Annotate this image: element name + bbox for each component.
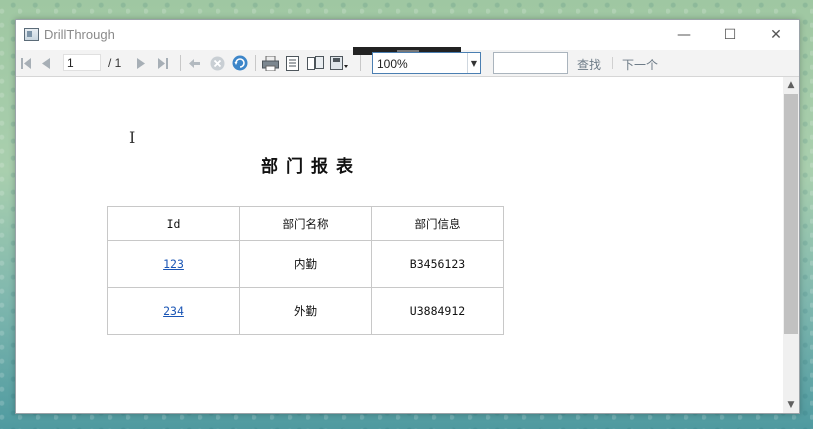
find-next-button[interactable]: 下一个 — [622, 56, 658, 73]
first-page-icon[interactable] — [19, 54, 33, 72]
maximize-button[interactable]: ☐ — [707, 20, 753, 50]
stop-icon[interactable] — [208, 54, 226, 72]
name-cell: 外勤 — [239, 287, 372, 335]
zoom-select[interactable]: 100% ▼ — [372, 52, 481, 74]
toolbar-separator — [255, 55, 256, 71]
export-icon[interactable] — [329, 54, 353, 72]
scroll-down-icon[interactable]: ▼ — [783, 397, 799, 413]
toolbar-separator — [360, 55, 361, 71]
search-input[interactable] — [493, 52, 568, 74]
window-title: DrillThrough — [44, 27, 115, 42]
prev-page-icon[interactable] — [39, 54, 53, 72]
report-viewport[interactable]: I 部门报表 Id 部门名称 部门信息 123 内勤 B3456123 234 … — [16, 77, 782, 413]
info-cell: U3884912 — [371, 287, 504, 335]
column-header-info: 部门信息 — [371, 206, 504, 241]
scroll-thumb[interactable] — [784, 94, 798, 334]
print-layout-icon[interactable] — [284, 54, 300, 72]
scroll-up-icon[interactable]: ▲ — [783, 77, 799, 93]
back-icon[interactable] — [186, 54, 202, 72]
name-cell: 内勤 — [239, 240, 372, 288]
info-cell: B3456123 — [371, 240, 504, 288]
print-icon[interactable] — [261, 54, 279, 72]
text-cursor-icon: I — [129, 128, 136, 147]
drillthrough-link[interactable]: 234 — [163, 304, 184, 318]
app-window-icon — [24, 28, 39, 41]
column-header-name: 部门名称 — [239, 206, 372, 241]
department-table: Id 部门名称 部门信息 123 内勤 B3456123 234 外勤 U388… — [107, 206, 504, 335]
page-number-input[interactable]: 1 — [63, 54, 101, 71]
report-toolbar: 1 / 1 100% ▼ 查找 下一个 — [16, 47, 799, 77]
minimize-button[interactable]: — — [661, 20, 707, 50]
last-page-icon[interactable] — [156, 54, 170, 72]
refresh-icon[interactable] — [231, 54, 249, 72]
close-button[interactable]: ✕ — [753, 20, 799, 50]
report-title: 部门报表 — [261, 157, 361, 177]
table-header-row: Id 部门名称 部门信息 — [107, 206, 504, 241]
column-header-id: Id — [107, 206, 240, 241]
page-total: / 1 — [108, 56, 122, 70]
find-button[interactable]: 查找 — [577, 56, 601, 73]
id-cell: 123 — [107, 240, 240, 288]
toolbar-separator — [180, 55, 181, 71]
vertical-scrollbar[interactable]: ▲ ▼ — [783, 77, 799, 413]
page-setup-icon[interactable] — [306, 54, 324, 72]
chevron-down-icon[interactable]: ▼ — [467, 53, 480, 73]
id-cell: 234 — [107, 287, 240, 335]
next-page-icon[interactable] — [134, 54, 148, 72]
table-row: 123 内勤 B3456123 — [107, 240, 504, 288]
table-row: 234 外勤 U3884912 — [107, 287, 504, 335]
drillthrough-link[interactable]: 123 — [163, 257, 184, 271]
zoom-value: 100% — [377, 57, 408, 71]
app-window: DrillThrough — ☐ ✕ 1 / 1 100% ▼ 查找 下一个 I… — [15, 19, 800, 414]
title-bar[interactable]: DrillThrough — ☐ ✕ — [16, 20, 799, 50]
toolbar-separator — [612, 57, 613, 69]
